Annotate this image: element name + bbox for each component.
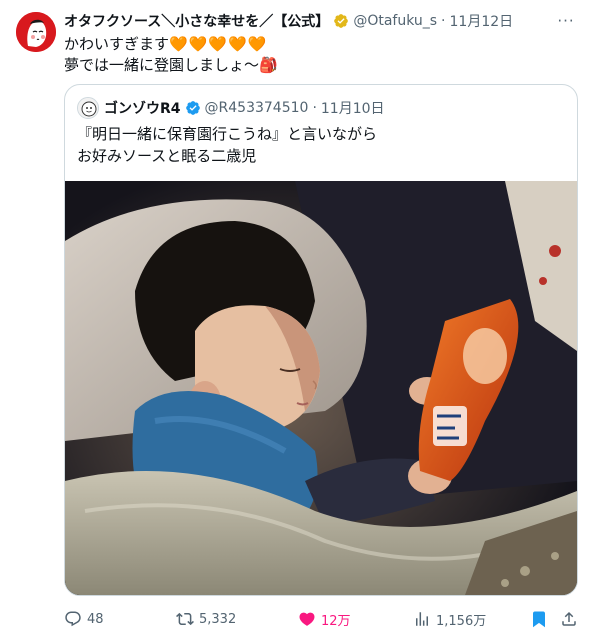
tweet-text-line-1: かわいすぎます🧡🧡🧡🧡🧡 [64, 35, 268, 53]
views-icon [416, 612, 428, 626]
bookmark-button[interactable] [530, 607, 553, 631]
bookmark-filled-icon [533, 611, 545, 628]
more-options-button[interactable]: ··· [555, 10, 577, 32]
author-name[interactable]: オタフクソース＼小さな幸せを／【公式】 [64, 11, 329, 31]
backpack-emoji: 🎒 [259, 56, 278, 74]
retweet-icon [176, 612, 194, 626]
quote-author-avatar[interactable] [77, 97, 99, 119]
tweet-header: オタフクソース＼小さな幸せを／【公式】 @Otafuku_s · 11月12日 … [64, 10, 577, 32]
reply-count: 48 [87, 611, 104, 627]
reply-button[interactable]: 48 [64, 607, 104, 631]
quote-photo[interactable] [65, 181, 577, 595]
author-avatar[interactable] [16, 12, 56, 52]
author-handle[interactable]: @Otafuku_s [353, 13, 437, 29]
views-count: 1,156万 [436, 613, 487, 629]
tweet-text-line-2: 夢では一緒に登園しましょ〜🎒 [64, 56, 278, 74]
share-button[interactable] [560, 607, 583, 631]
share-icon [562, 611, 576, 626]
orange-hearts-emoji: 🧡🧡🧡🧡🧡 [169, 35, 268, 53]
separator-dot: · [441, 13, 446, 29]
tweet-text: かわいすぎます🧡🧡🧡🧡🧡 夢では一緒に登園しましょ〜🎒 [64, 34, 577, 76]
retweet-button[interactable]: 5,332 [176, 607, 236, 631]
quote-author-handle[interactable]: @R453374510 [205, 100, 309, 116]
retweet-count: 5,332 [199, 611, 237, 627]
quote-author-name[interactable]: ゴンゾウR4 [104, 98, 181, 118]
quote-text: 『明日一緒に保育園行こうね』と言いながら お好みソースと眠る二歳児 [77, 123, 377, 167]
quote-date[interactable]: 11月10日 [321, 98, 385, 118]
quote-separator-dot: · [312, 100, 317, 116]
quoted-tweet-card[interactable]: ゴンゾウR4 @R453374510 · 11月10日 『明日一緒に保育園行こう… [64, 84, 578, 596]
reply-icon [65, 611, 81, 627]
heart-filled-icon [299, 612, 315, 626]
verified-gold-icon [333, 13, 349, 29]
verified-blue-icon [185, 100, 201, 116]
like-button[interactable]: 12万 [298, 607, 351, 631]
quote-text-line-2: お好みソースと眠る二歳児 [77, 147, 257, 165]
quote-text-line-1: 『明日一緒に保育園行こうね』と言いながら [77, 125, 378, 143]
views-button[interactable]: 1,156万 [413, 607, 486, 631]
more-icon: ··· [557, 12, 575, 30]
action-bar: 48 5,332 12万 1,156万 [64, 607, 580, 631]
like-count: 12万 [321, 613, 351, 629]
quote-header: ゴンゾウR4 @R453374510 · 11月10日 [77, 97, 385, 119]
tweet-date[interactable]: 11月12日 [450, 11, 514, 31]
